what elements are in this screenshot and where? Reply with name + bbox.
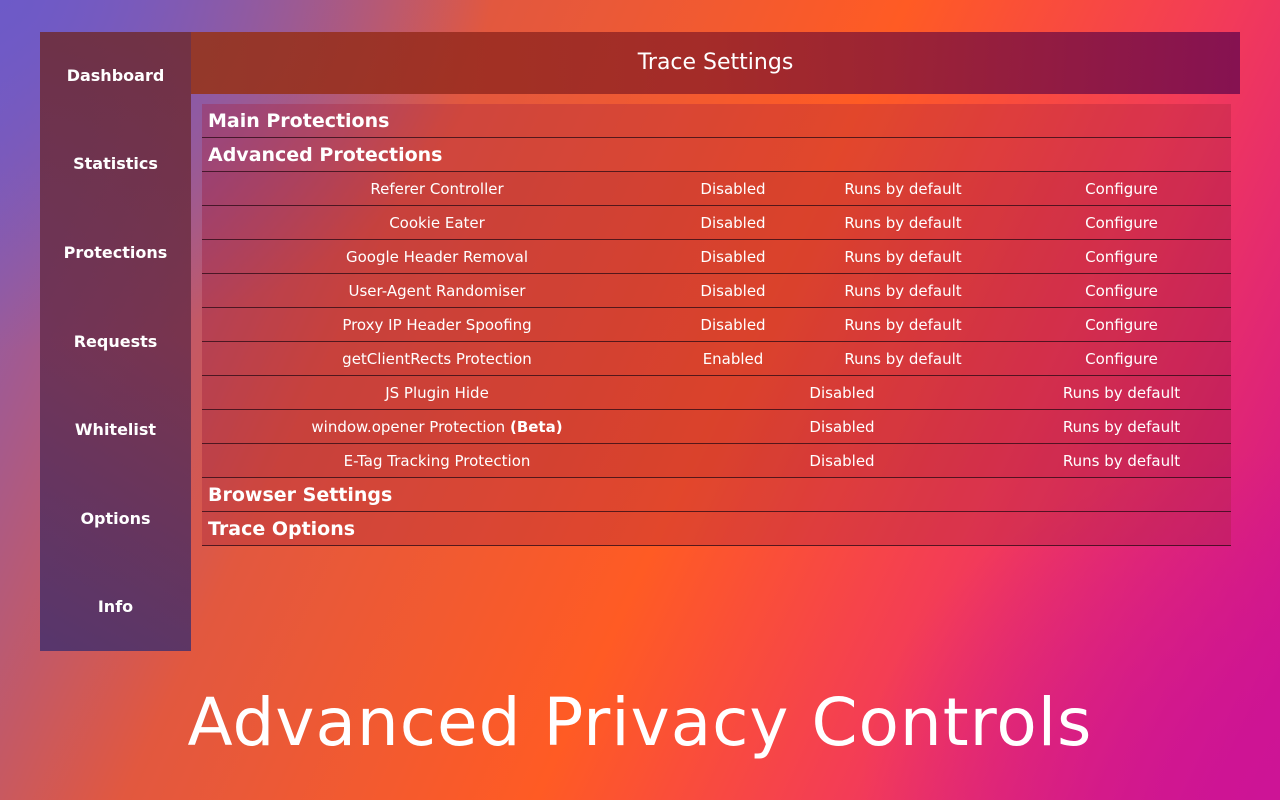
section-main-protections[interactable]: Main Protections xyxy=(202,104,1231,138)
protection-status-toggle[interactable]: Disabled xyxy=(672,206,794,240)
app-window: Dashboard Statistics Protections Request… xyxy=(40,32,1240,651)
protection-default-toggle[interactable]: Runs by default xyxy=(794,308,1012,342)
section-advanced-protections[interactable]: Advanced Protections xyxy=(202,138,1231,172)
sidebar-item-whitelist[interactable]: Whitelist xyxy=(40,420,191,439)
table-row: Google Header Removal Disabled Runs by d… xyxy=(202,240,1231,274)
protection-name-text: E-Tag Tracking Protection xyxy=(343,452,531,470)
page-title: Trace Settings xyxy=(637,50,794,75)
protection-name: getClientRects Protection xyxy=(342,350,532,368)
section-title: Browser Settings xyxy=(208,484,393,506)
protection-default-toggle[interactable]: Runs by default xyxy=(794,342,1012,376)
protection-name: Google Header Removal xyxy=(345,248,529,266)
table-row: getClientRects Protection Enabled Runs b… xyxy=(202,342,1231,376)
protection-default-toggle[interactable]: Runs by default xyxy=(794,274,1012,308)
protection-name: E-Tag Tracking Protection xyxy=(202,444,672,478)
beta-badge: (Beta) xyxy=(509,418,563,436)
section-trace-options[interactable]: Trace Options xyxy=(202,512,1231,546)
header-bar: Trace Settings xyxy=(191,32,1240,94)
protection-name: Proxy IP Header Spoofing xyxy=(342,316,532,334)
configure-button[interactable]: Configure xyxy=(1012,308,1231,342)
protection-status-toggle[interactable]: Disabled xyxy=(672,410,1012,444)
protection-status-toggle[interactable]: Disabled xyxy=(672,274,794,308)
configure-button[interactable]: Configure xyxy=(1012,274,1231,308)
protection-status-toggle[interactable]: Disabled xyxy=(672,172,794,206)
protection-default-toggle[interactable]: Runs by default xyxy=(1012,376,1231,410)
sidebar-item-statistics[interactable]: Statistics xyxy=(40,154,191,173)
protection-name-text: JS Plugin Hide xyxy=(385,384,489,402)
configure-button[interactable]: Configure xyxy=(1012,240,1231,274)
configure-button[interactable]: Configure xyxy=(1012,172,1231,206)
table-row: E-Tag Tracking Protection Disabled Runs … xyxy=(202,444,1231,478)
sidebar-item-protections[interactable]: Protections xyxy=(40,243,191,262)
sidebar-item-requests[interactable]: Requests xyxy=(40,332,191,351)
table-row: User-Agent Randomiser Disabled Runs by d… xyxy=(202,274,1231,308)
sidebar-item-info[interactable]: Info xyxy=(40,597,191,616)
configure-button[interactable]: Configure xyxy=(1012,342,1231,376)
protection-name-text: window.opener Protection xyxy=(311,418,506,436)
protection-name: Referer Controller xyxy=(370,180,504,198)
protection-default-toggle[interactable]: Runs by default xyxy=(794,240,1012,274)
protection-default-toggle[interactable]: Runs by default xyxy=(794,206,1012,240)
protection-status-toggle[interactable]: Disabled xyxy=(672,308,794,342)
configure-button[interactable]: Configure xyxy=(1012,206,1231,240)
protection-name: User-Agent Randomiser xyxy=(348,282,526,300)
protection-status-toggle[interactable]: Disabled xyxy=(672,240,794,274)
table-row: window.opener Protection (Beta) Disabled… xyxy=(202,410,1231,444)
table-row: JS Plugin Hide Disabled Runs by default xyxy=(202,376,1231,410)
protection-default-toggle[interactable]: Runs by default xyxy=(1012,444,1231,478)
settings-table: Main Protections Advanced Protections Re… xyxy=(202,104,1231,546)
section-browser-settings[interactable]: Browser Settings xyxy=(202,478,1231,512)
settings-panel: Main Protections Advanced Protections Re… xyxy=(191,94,1240,651)
protection-status-toggle[interactable]: Disabled xyxy=(672,444,1012,478)
sidebar-item-options[interactable]: Options xyxy=(40,509,191,528)
section-title: Advanced Protections xyxy=(208,144,443,166)
protection-default-toggle[interactable]: Runs by default xyxy=(794,172,1012,206)
section-title: Main Protections xyxy=(208,110,390,132)
sidebar: Dashboard Statistics Protections Request… xyxy=(40,32,191,651)
section-title: Trace Options xyxy=(208,518,356,540)
sidebar-item-dashboard[interactable]: Dashboard xyxy=(40,66,191,85)
promo-tagline: Advanced Privacy Controls xyxy=(187,684,1093,761)
protection-default-toggle[interactable]: Runs by default xyxy=(1012,410,1231,444)
protection-name: JS Plugin Hide xyxy=(202,376,672,410)
protection-name: Cookie Eater xyxy=(389,214,485,232)
protection-status-toggle[interactable]: Enabled xyxy=(672,342,794,376)
protection-status-toggle[interactable]: Disabled xyxy=(672,376,1012,410)
table-row: Proxy IP Header Spoofing Disabled Runs b… xyxy=(202,308,1231,342)
table-row: Cookie Eater Disabled Runs by default Co… xyxy=(202,206,1231,240)
protection-name: window.opener Protection (Beta) xyxy=(202,410,672,444)
table-row: Referer Controller Disabled Runs by defa… xyxy=(202,172,1231,206)
